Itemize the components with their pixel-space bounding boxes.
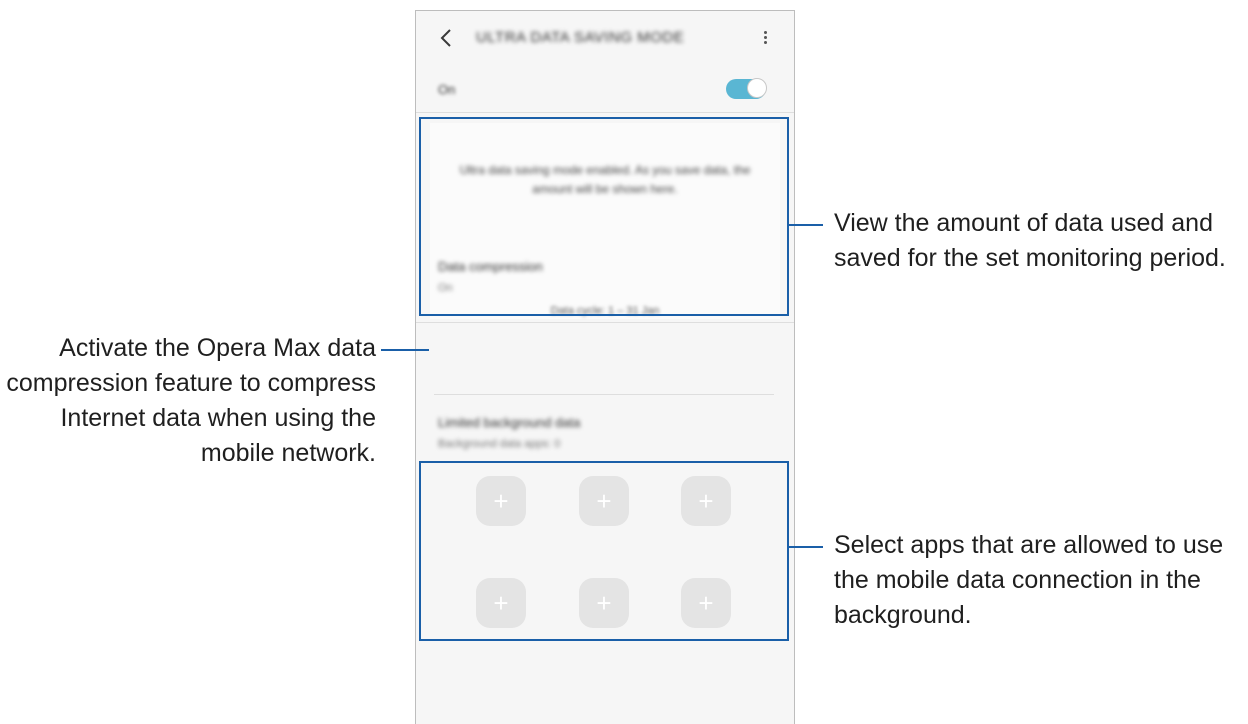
- divider: [416, 112, 794, 113]
- page-title: ULTRA DATA SAVING MODE: [476, 29, 685, 46]
- divider: [416, 322, 794, 323]
- usage-callout: View the amount of data used and saved f…: [834, 209, 1226, 272]
- divider: [434, 394, 774, 395]
- setting-limited-background-data[interactable]: Limited background data Background data …: [438, 415, 768, 450]
- usage-highlight-box: [419, 117, 789, 316]
- app-bar: ULTRA DATA SAVING MODE: [416, 11, 794, 67]
- ultra-saving-toggle[interactable]: [726, 78, 767, 99]
- apps-highlight-box: [419, 461, 789, 641]
- apps-callout: Select apps that are allowed to use the …: [834, 531, 1224, 629]
- toggle-knob: [747, 78, 767, 98]
- usage-leader-line: [789, 224, 823, 226]
- apps-leader-line: [789, 546, 823, 548]
- master-switch-row[interactable]: On: [416, 67, 794, 112]
- on-label: On: [438, 82, 456, 97]
- more-options-icon[interactable]: [760, 29, 770, 49]
- setting-subtitle: Background data apps: 0: [438, 438, 561, 450]
- back-icon[interactable]: [436, 27, 456, 49]
- compression-leader-line: [381, 349, 429, 351]
- compression-callout: Activate the Opera Max data compression …: [6, 334, 376, 467]
- setting-title: Limited background data: [438, 415, 581, 430]
